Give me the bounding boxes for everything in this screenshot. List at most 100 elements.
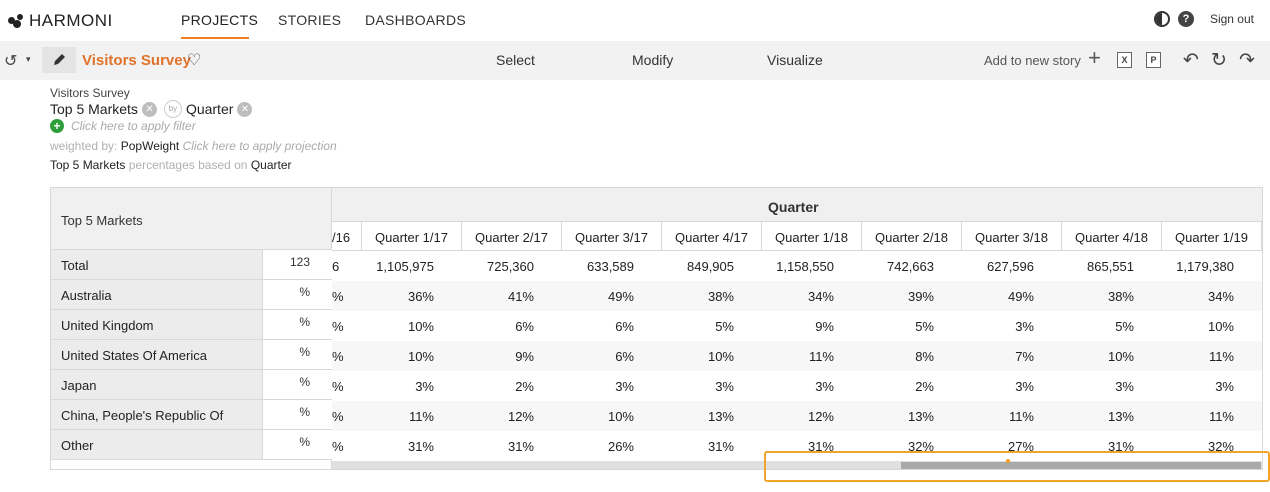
column-header[interactable]: Quarter 2/18 — [862, 222, 962, 251]
nav-dashboards[interactable]: DASHBOARDS — [365, 12, 466, 28]
table-cell: 5% — [915, 319, 934, 334]
table-cell: 3% — [415, 379, 434, 394]
column-header[interactable]: Quarter 1/19 — [1162, 222, 1262, 251]
survey-name: Visitors Survey — [50, 86, 130, 100]
table-cell: 3% — [615, 379, 634, 394]
table-cell: 11% — [1008, 409, 1034, 424]
row-header-label: Top 5 Markets — [61, 213, 143, 228]
history-icon[interactable]: ↺ — [4, 51, 17, 71]
column-header[interactable]: Quarter 2/17 — [462, 222, 562, 251]
column-header[interactable]: Quarter 3/17 — [562, 222, 662, 251]
row-variable[interactable]: Top 5 Markets — [50, 101, 138, 117]
projection-hint[interactable]: Click here to apply projection — [183, 139, 337, 153]
table-cell: 49% — [607, 289, 634, 304]
column-header[interactable]: Quarter 4/17 — [662, 222, 762, 251]
tab-select[interactable]: Select — [496, 52, 535, 68]
table-cell: 3% — [815, 379, 834, 394]
edit-button[interactable] — [42, 47, 76, 73]
table-cell: 11% — [1208, 409, 1234, 424]
remove-row-variable-icon[interactable]: ✕ — [141, 101, 157, 117]
pct-variable: Top 5 Markets — [50, 158, 126, 172]
heart-icon[interactable]: ♡ — [187, 50, 201, 70]
by-icon[interactable]: by — [163, 100, 182, 118]
nav-stories[interactable]: STORIES — [278, 12, 341, 28]
row-label[interactable]: Japan — [50, 370, 262, 400]
table-cell: 39% — [907, 289, 934, 304]
row-unit: % — [262, 340, 332, 370]
sign-out-link[interactable]: Sign out — [1210, 12, 1254, 26]
table-cell: 31% — [707, 439, 734, 454]
row-label[interactable]: United States Of America — [50, 340, 262, 370]
table-cell: 10% — [607, 409, 634, 424]
row-header-cell: Top 5 Markets — [50, 187, 332, 250]
row-unit: % — [262, 310, 332, 340]
filter-hint[interactable]: Click here to apply filter — [71, 119, 196, 133]
column-header[interactable]: /16 — [332, 222, 362, 251]
table-cell: 34% — [1207, 289, 1234, 304]
add-to-story-button[interactable]: Add to new story — [984, 53, 1081, 68]
undo-icon[interactable]: ↶ — [1183, 49, 1199, 72]
table-cell: % — [332, 409, 344, 424]
table-cell: 31% — [407, 439, 434, 454]
table-cell: 26% — [607, 439, 634, 454]
logo-icon — [8, 14, 26, 28]
table-cell: 6 — [332, 259, 340, 274]
weight-row: weighted by: PopWeight Click here to app… — [50, 139, 337, 153]
table-cell: 8% — [915, 349, 934, 364]
row-label[interactable]: Australia — [50, 280, 262, 310]
row-label[interactable]: United Kingdom — [50, 310, 262, 340]
row-label[interactable]: Total — [50, 250, 262, 280]
table-cell: 3% — [1115, 379, 1134, 394]
table-cell: % — [332, 319, 344, 334]
table-cell: 12% — [507, 409, 534, 424]
table-cell: 38% — [707, 289, 734, 304]
data-area: Quarter /16 Quarter 1/17 Quarter 2/17 Quart… — [332, 187, 1263, 470]
column-header[interactable]: Quarter 1/17 — [362, 222, 462, 251]
table-cell: 3% — [1015, 319, 1034, 334]
add-filter-icon[interactable]: + — [50, 119, 64, 133]
excel-export-icon[interactable]: X — [1117, 52, 1132, 68]
table-cell: 1,179,380 — [1176, 259, 1234, 274]
table-cell: 5% — [1115, 319, 1134, 334]
plus-icon[interactable]: + — [1088, 47, 1101, 69]
column-variable[interactable]: Quarter — [186, 101, 233, 117]
table-cell: 3% — [1015, 379, 1034, 394]
table-cell: % — [332, 289, 344, 304]
table-cell: 13% — [707, 409, 734, 424]
table-cell: 34% — [807, 289, 834, 304]
table-cell: 12% — [807, 409, 834, 424]
table-cell: 38% — [1107, 289, 1134, 304]
contrast-icon[interactable] — [1153, 11, 1170, 27]
row-label[interactable]: Other — [50, 430, 262, 460]
column-header[interactable]: Quarter 1/18 — [762, 222, 862, 251]
table-cell: 849,905 — [687, 259, 734, 274]
tab-visualize[interactable]: Visualize — [767, 52, 823, 68]
logo[interactable]: HARMONI — [8, 11, 113, 31]
pct-base[interactable]: Quarter — [251, 158, 292, 172]
project-title[interactable]: Visitors Survey — [82, 52, 191, 69]
refresh-icon[interactable]: ↻ — [1211, 49, 1227, 72]
chevron-down-icon[interactable]: ▾ — [26, 54, 31, 65]
table-cell: 725,360 — [487, 259, 534, 274]
percentage-base: Top 5 Markets percentages based on Quart… — [50, 158, 292, 172]
table-cell: 11% — [808, 349, 834, 364]
column-header[interactable]: Quarter 4/18 — [1062, 222, 1162, 251]
remove-column-variable-icon[interactable]: ✕ — [237, 101, 253, 117]
tab-modify[interactable]: Modify — [632, 52, 673, 68]
table-cell: 2% — [515, 379, 534, 394]
row-label[interactable]: China, People's Republic Of — [50, 400, 262, 430]
filter-row: + Click here to apply filter — [50, 119, 196, 133]
toolbar: ↺ ▾ Visitors Survey ♡ Select Modify Visu… — [0, 41, 1270, 80]
column-header[interactable]: Quarter 3/18 — [962, 222, 1062, 251]
pencil-icon — [54, 54, 65, 65]
table-cell: 3% — [1215, 379, 1234, 394]
help-icon[interactable]: ? — [1177, 11, 1194, 27]
weight-prefix: weighted by: — [50, 139, 118, 153]
powerpoint-export-icon[interactable]: P — [1146, 52, 1161, 68]
table-cell: 865,551 — [1087, 259, 1134, 274]
table-cell: % — [332, 349, 344, 364]
nav-projects[interactable]: PROJECTS — [181, 12, 258, 28]
redo-icon[interactable]: ↷ — [1239, 49, 1255, 72]
weight-variable[interactable]: PopWeight — [121, 139, 179, 153]
table-cell: 7% — [1015, 349, 1034, 364]
